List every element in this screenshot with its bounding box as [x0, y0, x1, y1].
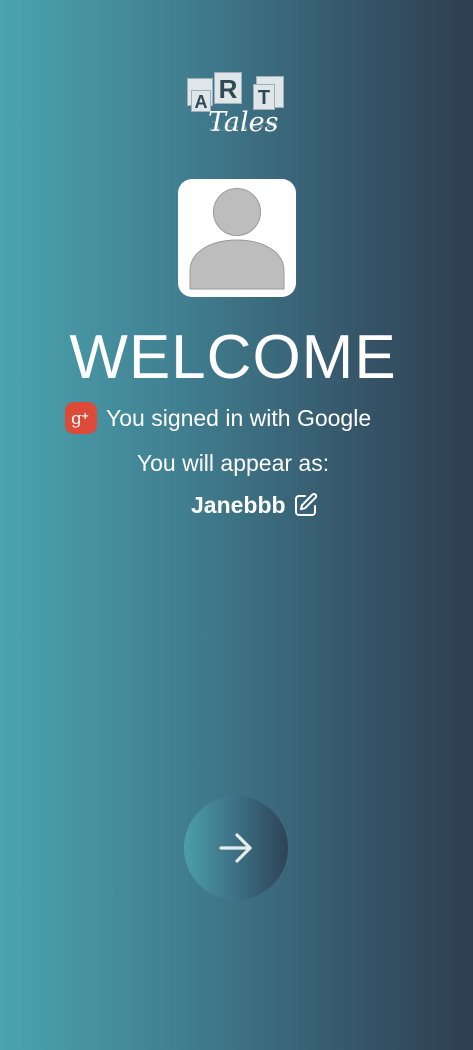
- display-name-row: Janebbb: [191, 490, 319, 520]
- edit-pencil-icon[interactable]: [293, 492, 319, 518]
- google-plus-icon: g +: [65, 402, 97, 434]
- arrow-right-icon: [219, 833, 252, 863]
- avatar[interactable]: [178, 179, 296, 297]
- user-placeholder-icon: [189, 188, 285, 290]
- appear-as-label: You will appear as:: [136, 450, 330, 476]
- logo-letter-r: R: [214, 72, 242, 104]
- signin-text: You signed in with Google: [106, 405, 372, 431]
- logo-reflection: Tales: [208, 118, 279, 133]
- signin-status: g + You signed in with Google: [65, 402, 371, 434]
- next-button[interactable]: [184, 796, 288, 900]
- username: Janebbb: [191, 492, 286, 518]
- svg-text:+: +: [81, 411, 89, 422]
- welcome-title: WELCOME: [69, 323, 397, 392]
- app-logo: A R T Tales Tales: [186, 72, 288, 162]
